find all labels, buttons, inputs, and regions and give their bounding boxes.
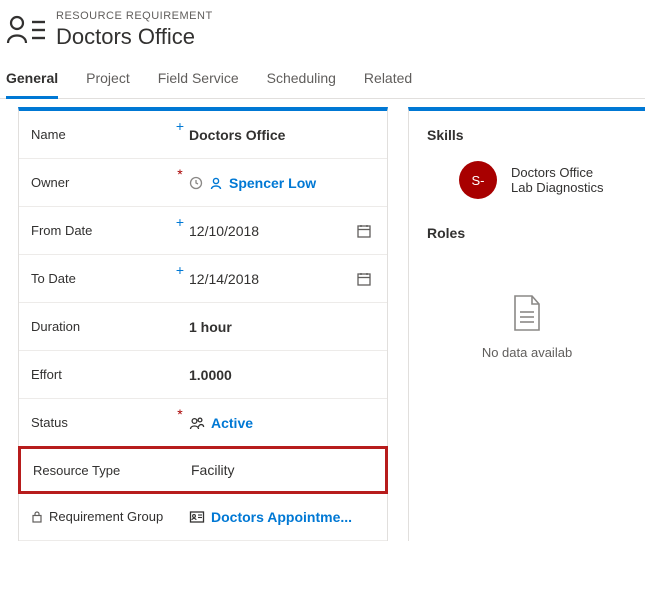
value-owner[interactable]: Spencer Low <box>189 175 353 191</box>
form-panel: Name + Doctors Office Owner * Spencer Lo… <box>18 107 388 541</box>
label-resource-type: Resource Type <box>33 463 173 478</box>
tab-field-service[interactable]: Field Service <box>158 70 239 99</box>
recommended-marker: + <box>171 255 189 277</box>
skill-title: Doctors Office <box>511 165 604 180</box>
skill-avatar: S- <box>459 161 497 199</box>
label-name: Name <box>31 127 171 142</box>
person-list-icon <box>6 11 46 49</box>
owner-link[interactable]: Spencer Low <box>229 175 316 191</box>
label-owner: Owner <box>31 175 171 190</box>
page-header: RESOURCE REQUIREMENT Doctors Office <box>0 0 645 60</box>
label-requirement-group: Requirement Group <box>31 509 171 524</box>
calendar-icon[interactable] <box>356 271 372 287</box>
row-from-date[interactable]: From Date + 12/10/2018 <box>19 207 387 255</box>
tab-project[interactable]: Project <box>86 70 130 99</box>
content: Name + Doctors Office Owner * Spencer Lo… <box>0 99 645 541</box>
tab-related[interactable]: Related <box>364 70 412 99</box>
row-requirement-group[interactable]: Requirement Group Doctors Appointme... <box>19 493 387 541</box>
row-name[interactable]: Name + Doctors Office <box>19 111 387 159</box>
tab-bar: General Project Field Service Scheduling… <box>0 60 645 99</box>
row-to-date[interactable]: To Date + 12/14/2018 <box>19 255 387 303</box>
required-marker: * <box>171 399 189 421</box>
side-panel: Skills S- Doctors Office Lab Diagnostics… <box>408 107 645 541</box>
recommended-marker: + <box>171 207 189 229</box>
value-requirement-group[interactable]: Doctors Appointme... <box>189 509 353 525</box>
skill-subtitle: Lab Diagnostics <box>511 180 604 195</box>
document-icon <box>510 293 544 333</box>
no-data-text: No data availab <box>409 345 645 360</box>
value-duration[interactable]: 1 hour <box>189 319 353 335</box>
row-duration[interactable]: Duration 1 hour <box>19 303 387 351</box>
value-effort[interactable]: 1.0000 <box>189 367 353 383</box>
status-link[interactable]: Active <box>211 415 253 431</box>
recommended-marker: + <box>171 111 189 133</box>
skills-heading: Skills <box>409 111 645 155</box>
page-title: Doctors Office <box>56 24 213 50</box>
value-to-date[interactable]: 12/14/2018 <box>189 271 353 287</box>
value-resource-type[interactable]: Facility <box>191 462 351 478</box>
label-duration: Duration <box>31 319 171 334</box>
label-status: Status <box>31 415 171 430</box>
no-data: No data availab <box>409 253 645 370</box>
row-effort[interactable]: Effort 1.0000 <box>19 351 387 399</box>
value-from-date[interactable]: 12/10/2018 <box>189 223 353 239</box>
person-icon <box>209 176 223 190</box>
requirement-group-link[interactable]: Doctors Appointme... <box>211 509 352 525</box>
label-to-date: To Date <box>31 271 171 286</box>
value-name[interactable]: Doctors Office <box>189 127 353 143</box>
row-owner[interactable]: Owner * Spencer Low <box>19 159 387 207</box>
people-icon <box>189 416 205 430</box>
row-status[interactable]: Status * Active <box>19 399 387 447</box>
calendar-icon[interactable] <box>356 223 372 239</box>
label-effort: Effort <box>31 367 171 382</box>
skill-item[interactable]: S- Doctors Office Lab Diagnostics <box>409 155 645 209</box>
required-marker: * <box>171 159 189 181</box>
clock-icon <box>189 176 203 190</box>
lock-icon <box>31 510 43 523</box>
roles-heading: Roles <box>409 209 645 253</box>
tab-general[interactable]: General <box>6 70 58 99</box>
entity-label: RESOURCE REQUIREMENT <box>56 10 213 22</box>
value-status[interactable]: Active <box>189 415 353 431</box>
tab-scheduling[interactable]: Scheduling <box>267 70 336 99</box>
label-from-date: From Date <box>31 223 171 238</box>
row-resource-type[interactable]: Resource Type Facility <box>18 446 388 494</box>
card-icon <box>189 510 205 524</box>
